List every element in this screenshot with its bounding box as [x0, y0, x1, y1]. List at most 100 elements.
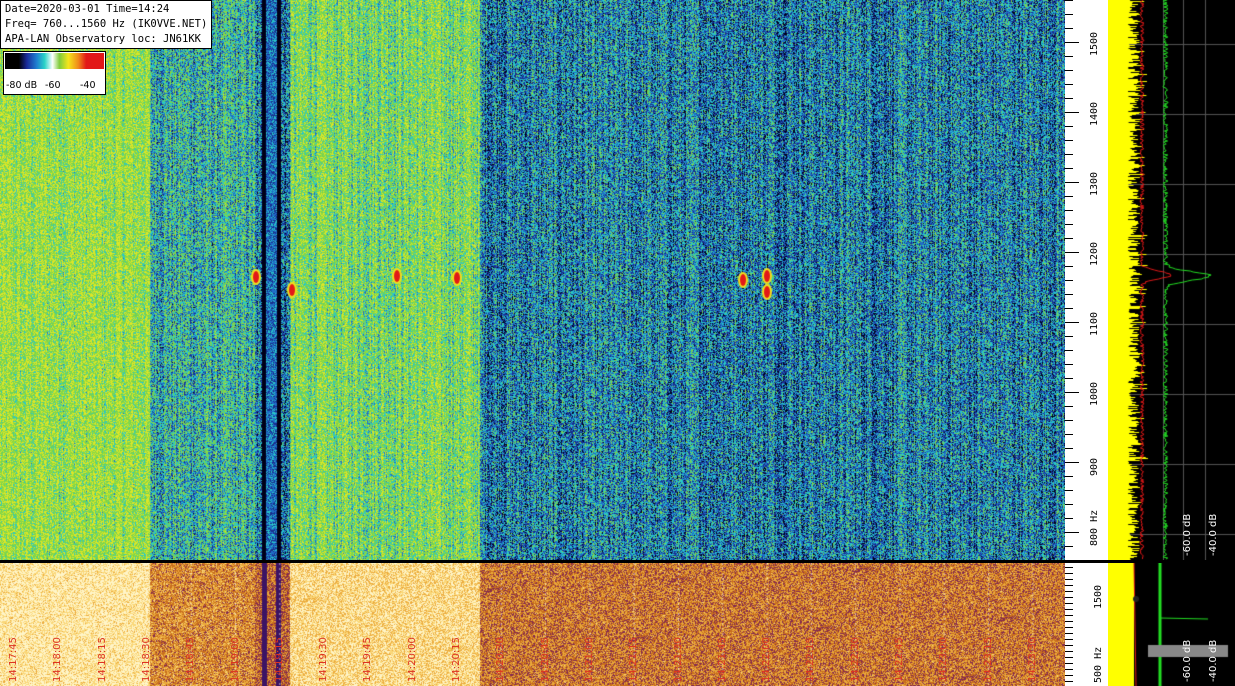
time-label: 14:22:00 — [761, 637, 773, 682]
freq-tick — [1065, 196, 1073, 197]
freq-tick — [1065, 560, 1073, 561]
freq-tick — [1065, 615, 1073, 616]
info-date-time: Date=2020-03-01 Time=14:24 — [5, 3, 170, 15]
freq-tick — [1065, 280, 1073, 281]
time-label: 14:23:00 — [938, 637, 950, 682]
time-label: 14:21:15 — [628, 637, 640, 682]
freq-tick — [1065, 681, 1073, 682]
freq-tick-label: 1200 — [1089, 241, 1100, 266]
freq-tick — [1065, 462, 1079, 463]
time-label: 14:20:30 — [495, 637, 507, 682]
time-label: 14:21:30 — [672, 637, 684, 682]
freq-tick — [1065, 567, 1073, 568]
freq-tick — [1065, 84, 1073, 85]
time-label: 14:22:45 — [894, 637, 905, 682]
time-label: 14:23:15 — [982, 637, 994, 682]
freq-tick — [1065, 336, 1073, 337]
info-observatory: APA-LAN Observatory loc: JN61KK — [5, 33, 201, 45]
freq-tick — [1065, 28, 1073, 29]
freq-tick — [1065, 532, 1079, 533]
freq-tick — [1065, 420, 1073, 421]
freq-tick-label: 1000 — [1089, 381, 1100, 406]
freq-tick — [1065, 0, 1073, 1]
freq-tick-label: 1100 — [1089, 311, 1100, 336]
freq-tick — [1065, 573, 1073, 574]
freq-tick — [1065, 308, 1073, 309]
spectrum-db-label: -40.0 dB — [1208, 513, 1219, 556]
waterfall-spectrogram — [0, 0, 1065, 560]
freq-tick-label: 1400 — [1089, 101, 1100, 126]
time-label: 14:23:30 — [1026, 637, 1038, 682]
time-label: 14:17:45 — [8, 637, 19, 682]
freq-tick-label-bottom: 1500 — [1093, 584, 1104, 609]
time-label: 14:19:00 — [229, 637, 241, 682]
time-label: 14:19:15 — [273, 637, 285, 682]
info-box: Date=2020-03-01 Time=14:24 Freq= 760...1… — [0, 0, 213, 49]
freq-tick — [1065, 633, 1073, 634]
time-label: 14:19:30 — [318, 637, 330, 682]
freq-tick-label-bottom: 500 Hz — [1093, 646, 1104, 683]
freq-tick — [1065, 350, 1073, 351]
freq-tick — [1065, 14, 1073, 15]
freq-tick — [1065, 627, 1073, 628]
freq-tick — [1065, 639, 1073, 640]
freq-tick — [1065, 238, 1073, 239]
freq-tick — [1065, 476, 1073, 477]
freq-tick — [1065, 98, 1073, 99]
freq-tick — [1065, 224, 1073, 225]
frequency-axis: 1500 1400 1300 1200 1100 1000 900 800 Hz — [1065, 0, 1108, 561]
freq-tick — [1065, 168, 1073, 169]
freq-tick — [1065, 603, 1073, 604]
freq-tick — [1065, 378, 1073, 379]
freq-tick — [1065, 651, 1073, 652]
freq-tick — [1065, 406, 1073, 407]
freq-tick — [1065, 579, 1073, 580]
freq-tick — [1065, 518, 1073, 519]
freq-tick — [1065, 126, 1073, 127]
freq-tick — [1065, 182, 1079, 183]
freq-tick — [1065, 252, 1079, 253]
freq-tick — [1065, 70, 1073, 71]
spectrum-db-label-bottom: -60.0 dB — [1182, 639, 1193, 682]
legend-label-max: -40 — [80, 80, 96, 91]
time-label: 14:18:30 — [140, 637, 152, 682]
spectrum-db-label: -60.0 dB — [1182, 513, 1193, 556]
wideband-waterfall — [0, 563, 1065, 686]
time-label: 14:22:15 — [805, 637, 817, 682]
freq-tick — [1065, 322, 1079, 323]
freq-tick — [1065, 663, 1073, 664]
freq-tick — [1065, 645, 1073, 646]
freq-tick — [1065, 154, 1073, 155]
freq-tick — [1065, 140, 1073, 141]
time-label: 14:20:00 — [406, 637, 418, 682]
freq-tick — [1065, 112, 1079, 113]
time-label: 14:20:45 — [539, 637, 551, 682]
time-label: 14:21:00 — [583, 637, 595, 682]
legend-label-min: -80 dB — [6, 80, 38, 91]
freq-tick — [1065, 42, 1079, 43]
time-label: 14:19:45 — [362, 637, 374, 682]
freq-tick — [1065, 294, 1073, 295]
legend-label-mid: -60 — [45, 80, 61, 91]
time-label: 14:22:30 — [849, 637, 861, 682]
freq-tick — [1065, 504, 1073, 505]
freq-tick — [1065, 669, 1073, 670]
time-label: 14:20:15 — [451, 637, 462, 682]
time-label: 14:18:00 — [52, 637, 64, 682]
freq-tick — [1065, 56, 1073, 57]
color-scale-legend: -80 dB -60 -40 — [3, 51, 106, 95]
freq-tick — [1065, 210, 1073, 211]
freq-tick — [1065, 392, 1079, 393]
freq-tick — [1065, 621, 1073, 622]
freq-tick — [1065, 490, 1073, 491]
frequency-axis-bottom: 1500 500 Hz — [1065, 563, 1108, 686]
freq-tick — [1065, 434, 1073, 435]
time-label: 14:21:45 — [716, 637, 728, 682]
freq-tick — [1065, 266, 1073, 267]
info-frequency: Freq= 760...1560 Hz (IK0VVE.NET) — [5, 18, 208, 30]
freq-tick — [1065, 657, 1073, 658]
freq-tick — [1065, 591, 1073, 592]
freq-tick-label: 800 Hz — [1089, 509, 1100, 546]
color-scale-bar — [5, 53, 104, 69]
freq-tick — [1065, 585, 1073, 586]
